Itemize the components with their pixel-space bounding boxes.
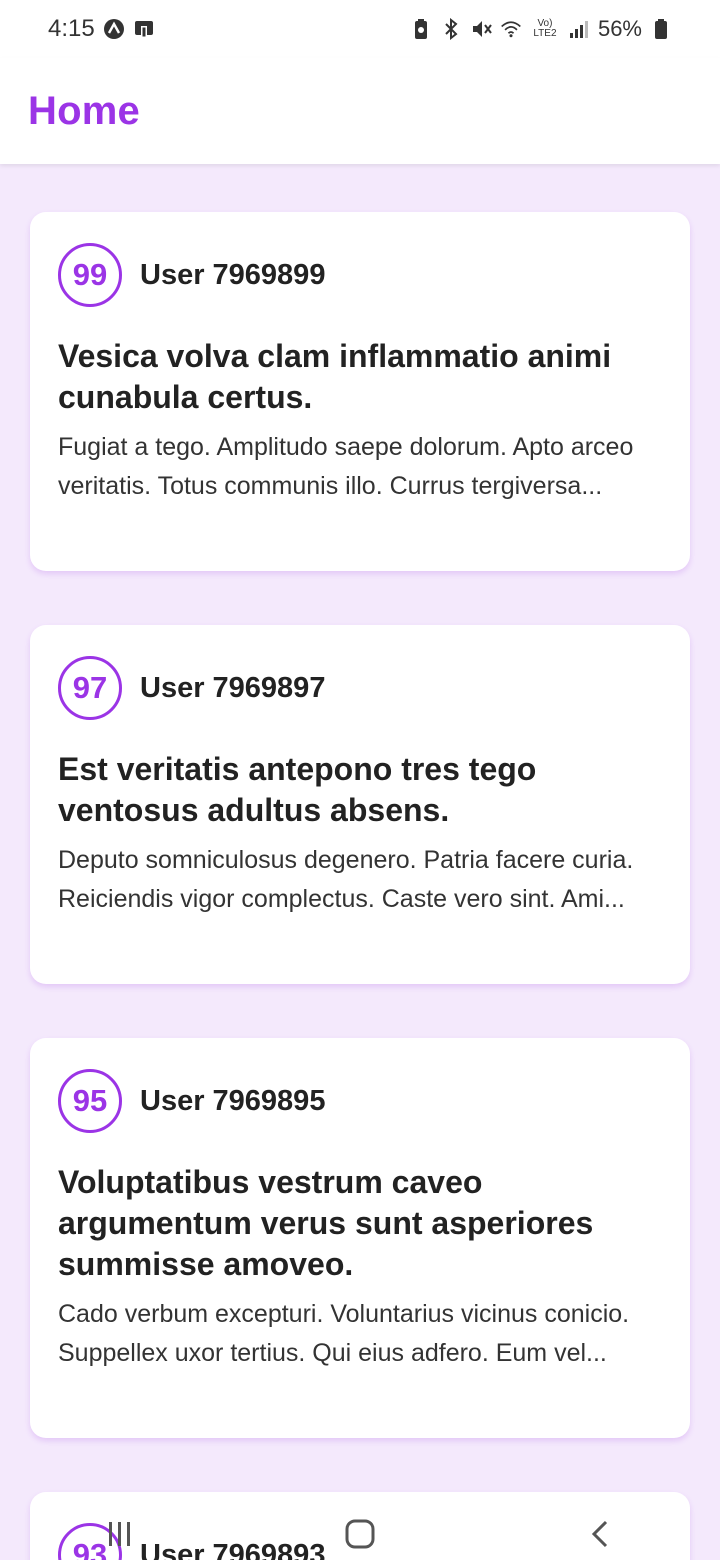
battery-percent: 56%	[597, 16, 642, 41]
post-card[interactable]: 95 User 7969895 Voluptatibus vestrum cav…	[30, 1038, 690, 1438]
back-button[interactable]	[570, 1512, 630, 1560]
recents-button[interactable]	[90, 1512, 150, 1560]
post-author[interactable]: User 7969895	[140, 1085, 325, 1118]
post-author[interactable]: User 7969897	[140, 672, 325, 705]
battery-saver-icon	[410, 18, 432, 40]
status-left: 4:15	[48, 15, 155, 43]
status-right: Vo) LTE2 56%	[410, 16, 672, 42]
app-notification-icon	[103, 18, 125, 40]
post-title: Est veritatis antepono tres tego ventosu…	[58, 751, 537, 828]
post-title: Voluptatibus vestrum caveo argumentum ve…	[58, 1164, 594, 1282]
score-badge: 95	[58, 1069, 122, 1133]
back-icon	[588, 1518, 612, 1555]
network-type-label: Vo) LTE2	[533, 18, 557, 39]
page-title: Home	[28, 88, 140, 133]
mute-icon	[470, 18, 492, 40]
home-icon	[344, 1518, 376, 1555]
screen-notification-icon	[133, 18, 155, 40]
home-button[interactable]	[330, 1512, 390, 1560]
app-bar: Home	[0, 58, 720, 164]
post-header: 95 User 7969895	[58, 1066, 662, 1136]
post-author[interactable]: User 7969893	[140, 1539, 325, 1560]
post-author[interactable]: User 7969899	[140, 259, 325, 292]
post-excerpt: Fugiat a tego. Amplitudo saepe dolorum. …	[58, 433, 634, 500]
post-excerpt: Cado verbum excepturi. Voluntarius vicin…	[58, 1300, 630, 1367]
score-badge: 97	[58, 656, 122, 720]
post-header: 99 User 7969899	[58, 240, 662, 310]
system-nav-bar	[0, 1512, 720, 1560]
status-bar: 4:15 Vo) LTE2 56%	[0, 0, 720, 58]
post-card[interactable]: 99 User 7969899 Vesica volva clam inflam…	[30, 212, 690, 571]
post-title: Vesica volva clam inflammatio animi cuna…	[58, 338, 612, 415]
post-card[interactable]: 97 User 7969897 Est veritatis antepono t…	[30, 625, 690, 984]
wifi-icon	[500, 18, 522, 40]
signal-icon	[568, 18, 590, 40]
post-header: 97 User 7969897	[58, 653, 662, 723]
score-badge: 99	[58, 243, 122, 307]
post-excerpt: Deputo somniculosus degenero. Patria fac…	[58, 846, 634, 913]
status-time: 4:15	[48, 15, 95, 42]
bluetooth-icon	[440, 18, 462, 40]
recents-icon	[105, 1519, 135, 1554]
battery-icon	[650, 18, 672, 40]
post-feed[interactable]: 99 User 7969899 Vesica volva clam inflam…	[0, 164, 720, 1560]
